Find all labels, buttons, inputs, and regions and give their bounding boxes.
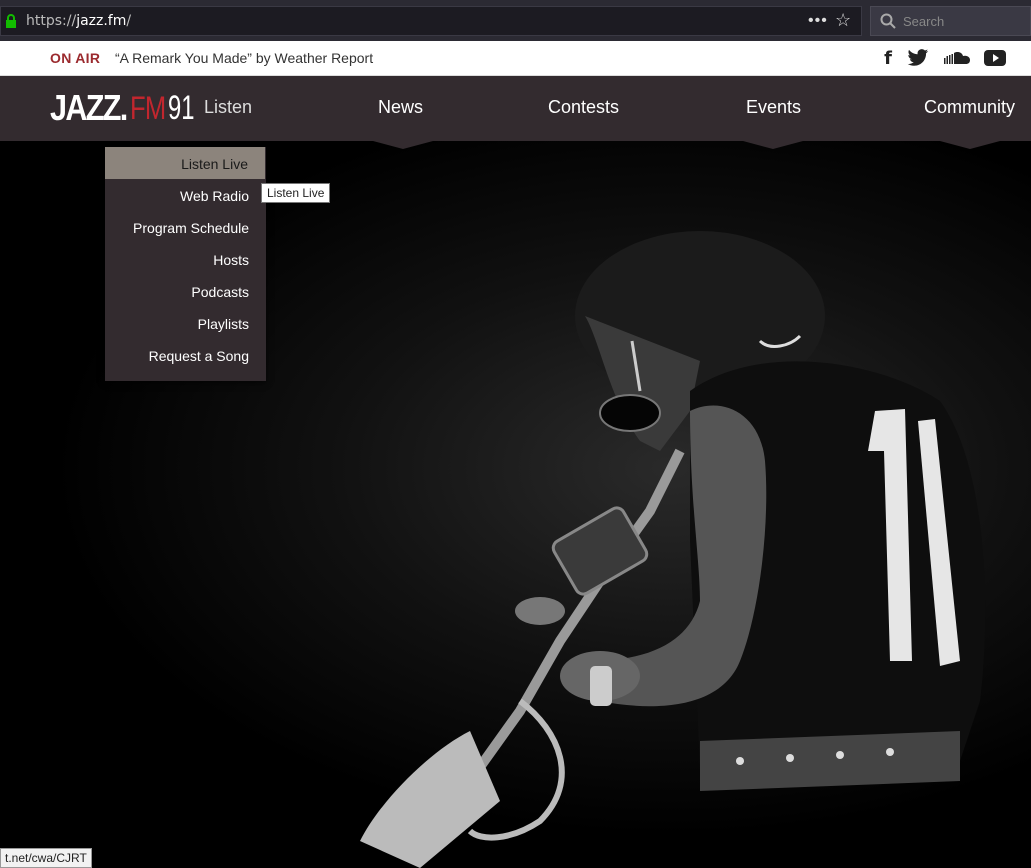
dropdown-item-web-radio[interactable]: Web Radio: [180, 188, 249, 204]
nav-news[interactable]: News: [378, 97, 423, 118]
on-air-label: ON AIR: [50, 50, 101, 66]
soundcloud-icon[interactable]: [943, 48, 971, 68]
lock-icon: [6, 14, 16, 28]
nav-notch: [940, 141, 1000, 149]
url-text: https://jazz.fm/: [26, 13, 131, 29]
dropdown-item-listen-live[interactable]: Listen Live: [105, 147, 265, 179]
dropdown-item-podcasts[interactable]: Podcasts: [191, 284, 249, 300]
dropdown-item-label: Listen Live: [181, 156, 248, 172]
now-playing-track[interactable]: “A Remark You Made” by Weather Report: [115, 50, 373, 66]
browser-toolbar: https://jazz.fm/ ••• ☆ Search: [0, 0, 1031, 41]
url-host: jazz.fm: [76, 13, 127, 29]
jazzfm-logo[interactable]: JAZZ. FM 91: [50, 86, 206, 128]
listen-dropdown-menu: Listen Live Web Radio Program Schedule H…: [105, 147, 266, 381]
logo-jazz: JAZZ.: [50, 87, 128, 128]
youtube-icon[interactable]: [984, 48, 1006, 68]
nav-notch: [743, 141, 803, 149]
nav-contests[interactable]: Contests: [548, 97, 619, 118]
url-path: /: [126, 13, 132, 29]
dropdown-item-playlists[interactable]: Playlists: [198, 316, 249, 332]
dropdown-item-request-a-song[interactable]: Request a Song: [149, 348, 249, 364]
nav-listen[interactable]: Listen: [204, 97, 252, 118]
main-nav: JAZZ. FM 91 Listen News Contests Events …: [0, 76, 1031, 141]
search-icon: [880, 13, 896, 29]
twitter-icon[interactable]: [907, 48, 929, 68]
nav-events[interactable]: Events: [746, 97, 801, 118]
nav-notch: [373, 141, 433, 149]
tooltip: Listen Live: [261, 183, 331, 203]
facebook-icon[interactable]: f: [877, 48, 899, 69]
address-bar[interactable]: https://jazz.fm/ ••• ☆: [0, 6, 862, 36]
search-placeholder: Search: [903, 14, 945, 29]
browser-search-input[interactable]: Search: [870, 6, 1031, 36]
url-scheme: https://: [26, 13, 77, 29]
more-icon[interactable]: •••: [808, 12, 828, 30]
on-air-bar: ON AIR “A Remark You Made” by Weather Re…: [0, 41, 1031, 76]
nav-community[interactable]: Community: [924, 97, 1015, 118]
dropdown-item-hosts[interactable]: Hosts: [213, 252, 249, 268]
logo-91: 91: [168, 89, 195, 127]
star-icon[interactable]: ☆: [835, 10, 851, 31]
status-bar-link: t.net/cwa/CJRT: [0, 848, 92, 868]
dropdown-item-program-schedule[interactable]: Program Schedule: [133, 220, 249, 236]
logo-fm: FM: [130, 90, 166, 126]
